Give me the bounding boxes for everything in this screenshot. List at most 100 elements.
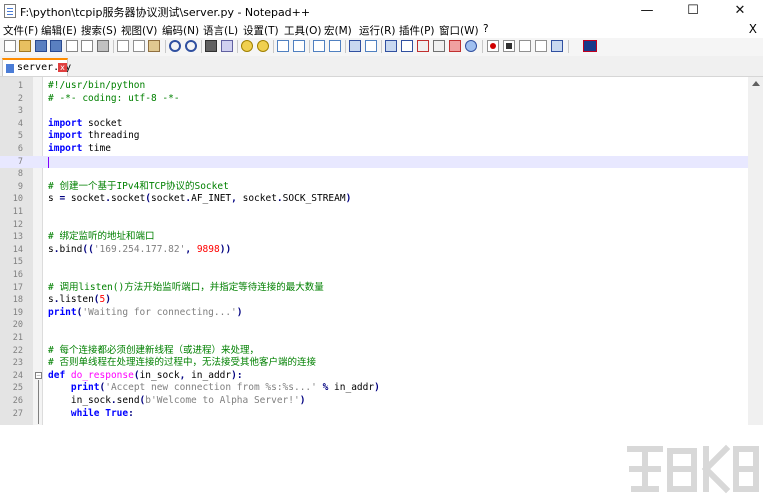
line-number: 10 <box>12 194 23 205</box>
menu-plugins[interactable]: 插件(P) <box>399 23 435 38</box>
line-number: 16 <box>12 270 23 280</box>
copy-icon[interactable] <box>133 40 145 52</box>
code-line[interactable]: 4 import socket <box>0 118 748 131</box>
menu-run[interactable]: 运行(R) <box>359 23 396 38</box>
zoom-out-icon[interactable] <box>257 40 269 52</box>
print-icon[interactable] <box>97 40 109 52</box>
close-icon[interactable] <box>66 40 78 52</box>
code-line[interactable]: 15 <box>0 256 748 269</box>
code-line[interactable]: 24 def do_response(in_sock, in_addr): − <box>0 370 748 383</box>
macro-panel-icon[interactable] <box>449 40 461 52</box>
code-line[interactable]: 17 # 调用listen()方法开始监听端口，并指定等待连接的最大数量 <box>0 282 748 295</box>
line-number: 15 <box>12 257 23 268</box>
save-icon[interactable] <box>35 40 47 52</box>
paste-icon[interactable] <box>148 40 160 52</box>
tab-close-icon[interactable]: x <box>58 63 67 72</box>
code-line[interactable]: 6 import time <box>0 143 748 156</box>
code-line[interactable]: 25 print('Accept new connection from %s:… <box>0 382 748 395</box>
menu-search[interactable]: 搜索(S) <box>81 23 117 38</box>
menu-window[interactable]: 窗口(W) <box>439 23 479 38</box>
toolbar-separator <box>113 40 114 53</box>
sync-v-icon[interactable] <box>277 40 289 52</box>
code-text: # 绑定监听的地址和端口 <box>48 231 155 243</box>
code-line[interactable]: 8 <box>0 168 748 181</box>
language-flag-icon[interactable] <box>583 40 597 52</box>
code-line[interactable]: 27 while True: <box>0 408 748 421</box>
code-line[interactable]: 14 s.bind(('169.254.177.82', 9898)) <box>0 244 748 257</box>
replace-icon[interactable] <box>221 40 233 52</box>
folder-workspace-icon[interactable] <box>417 40 429 52</box>
code-line[interactable]: 11 <box>0 206 748 219</box>
file-saved-icon <box>6 64 14 73</box>
cut-icon[interactable] <box>117 40 129 52</box>
toolbar-separator <box>237 40 238 53</box>
line-number: 8 <box>17 169 23 180</box>
sync-h-icon[interactable] <box>293 40 305 52</box>
fold-toggle-icon[interactable]: − <box>35 371 42 379</box>
code-line[interactable]: 13 # 绑定监听的地址和端口 <box>0 231 748 244</box>
tab-server-py[interactable]: server.py x <box>2 58 71 76</box>
function-list-icon[interactable] <box>401 40 413 52</box>
code-line[interactable]: 5 import threading <box>0 130 748 143</box>
save-all-icon[interactable] <box>50 40 62 52</box>
code-line[interactable]: 26 in_sock.send(b'Welcome to Alpha Serve… <box>0 395 748 408</box>
line-number: 5 <box>17 131 23 142</box>
record-macro-icon[interactable] <box>487 40 499 52</box>
close-window-button[interactable]: ✕ <box>717 0 763 22</box>
code-line[interactable]: 22 # 每个连接都必须创建新线程（或进程）来处理， <box>0 345 748 358</box>
save-macro-icon[interactable] <box>551 40 563 52</box>
doc-map-icon[interactable] <box>385 40 397 52</box>
eye-icon[interactable] <box>465 40 477 52</box>
code-line[interactable]: 9 # 创建一个基于IPv4和TCP协议的Socket <box>0 181 748 194</box>
stop-macro-icon[interactable] <box>503 40 515 52</box>
scroll-up-arrow-icon[interactable] <box>752 81 760 86</box>
indent-guide-icon[interactable] <box>349 40 361 52</box>
undo-icon[interactable] <box>169 40 181 52</box>
code-line[interactable]: 10 s = socket.socket(socket.AF_INET, sock… <box>0 193 748 206</box>
toolbar-separator <box>482 40 483 53</box>
code-line[interactable]: 3 <box>0 105 748 118</box>
play-macro-icon[interactable] <box>519 40 531 52</box>
vertical-scrollbar[interactable] <box>748 77 763 425</box>
line-number: 2 <box>17 93 23 104</box>
code-text: # 调用listen()方法开始监听端口，并指定等待连接的最大数量 <box>48 281 324 293</box>
find-icon[interactable] <box>205 40 217 52</box>
line-number: 14 <box>12 244 23 255</box>
code-editor[interactable]: 1 #!/usr/bin/python 2 # -*- coding: utf-8 -… <box>0 77 763 494</box>
code-line[interactable]: 2 # -*- coding: utf-8 -*- <box>0 93 748 106</box>
close-all-icon[interactable] <box>81 40 93 52</box>
code-line[interactable]: 12 <box>0 219 748 232</box>
open-file-icon[interactable] <box>19 40 31 52</box>
menu-encoding[interactable]: 编码(N) <box>162 23 199 38</box>
wrap-icon[interactable] <box>313 40 325 52</box>
menu-settings[interactable]: 设置(T) <box>243 23 279 38</box>
code-line[interactable]: 23 # 否则单线程在处理连接的过程中，无法接受其他客户端的连接 <box>0 357 748 370</box>
code-line[interactable]: 21 <box>0 332 748 345</box>
udl-icon[interactable] <box>365 40 377 52</box>
redo-icon[interactable] <box>185 40 197 52</box>
menu-macro[interactable]: 宏(M) <box>324 23 352 38</box>
maximize-button[interactable]: ☐ <box>670 0 716 22</box>
code-line[interactable]: 20 <box>0 319 748 332</box>
minimize-button[interactable]: — <box>624 0 670 22</box>
menu-edit[interactable]: 编辑(E) <box>41 23 77 38</box>
menu-language[interactable]: 语言(L) <box>203 23 238 38</box>
code-line[interactable]: 19 print('Waiting for connecting...') <box>0 307 748 320</box>
code-line[interactable]: 1 #!/usr/bin/python <box>0 80 748 93</box>
menu-view[interactable]: 视图(V) <box>121 23 157 38</box>
all-chars-icon[interactable] <box>329 40 341 52</box>
code-line[interactable]: 16 <box>0 269 748 282</box>
menu-help[interactable]: ? <box>483 23 489 35</box>
zoom-in-icon[interactable] <box>241 40 253 52</box>
code-line[interactable]: 7 <box>0 155 748 169</box>
toolbar-separator <box>309 40 310 53</box>
menu-tools[interactable]: 工具(O) <box>284 23 321 38</box>
line-number: 4 <box>17 118 23 129</box>
menu-file[interactable]: 文件(F) <box>3 23 38 38</box>
code-line[interactable]: 18 s.listen(5) <box>0 294 748 307</box>
new-file-icon[interactable] <box>4 40 16 52</box>
close-document-button[interactable]: X <box>749 22 757 36</box>
monitor-icon[interactable] <box>433 40 445 52</box>
play-multiple-icon[interactable] <box>535 40 547 52</box>
code-text: in_sock.send(b'Welcome to Alpha Server!'… <box>48 395 306 406</box>
